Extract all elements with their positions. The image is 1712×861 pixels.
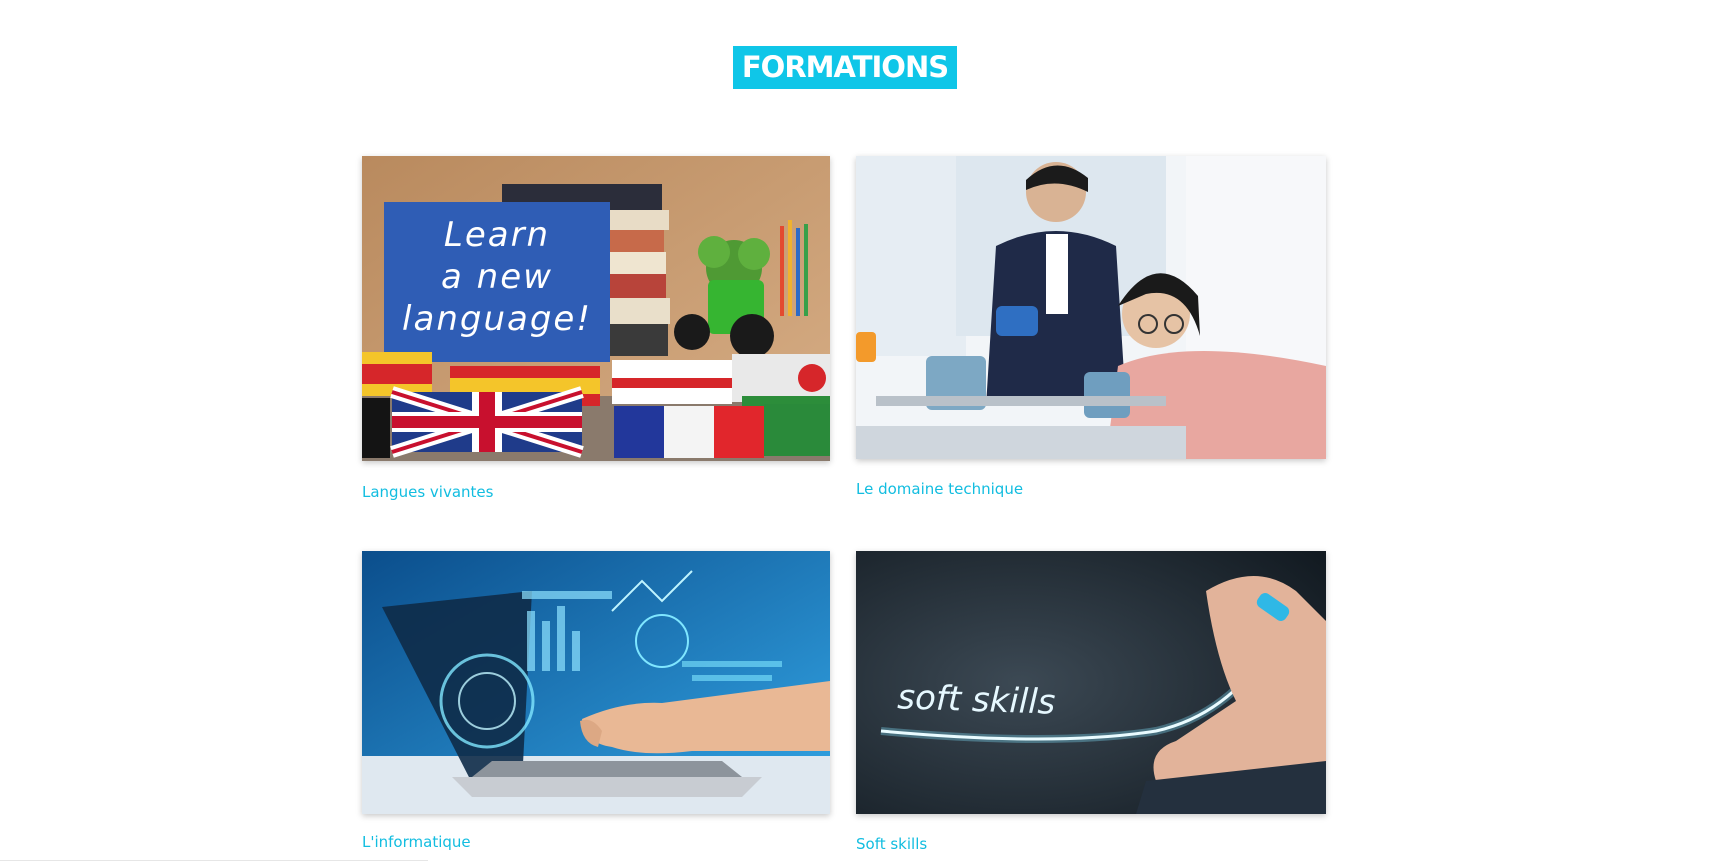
card-label[interactable]: Soft skills	[856, 835, 927, 853]
card-informatique[interactable]: L'informatique	[362, 551, 830, 851]
card-label[interactable]: Langues vivantes	[362, 483, 493, 501]
sign-line-1: Learn	[444, 215, 550, 255]
card-domaine-technique[interactable]: Le domaine technique	[856, 156, 1326, 498]
domaine-technique-image[interactable]	[856, 156, 1326, 459]
section-heading: FORMATIONS	[732, 46, 958, 89]
langues-vivantes-image[interactable]: Learn a new language!	[362, 156, 830, 461]
card-label[interactable]: Le domaine technique	[856, 480, 1023, 498]
card-label[interactable]: L'informatique	[362, 833, 471, 851]
card-langues-vivantes[interactable]: Learn a new language! Langues vivantes	[362, 156, 830, 501]
soft-skills-image[interactable]: soft skills	[856, 551, 1326, 814]
soft-skills-chalk-text: soft skills	[897, 677, 1056, 722]
sign-line-3: language!	[402, 299, 592, 339]
card-soft-skills[interactable]: soft skills Soft skills	[856, 551, 1326, 853]
sign-line-2: a new	[441, 257, 553, 297]
section-heading-wrap: FORMATIONS	[0, 46, 1690, 89]
informatique-image[interactable]	[362, 551, 830, 814]
